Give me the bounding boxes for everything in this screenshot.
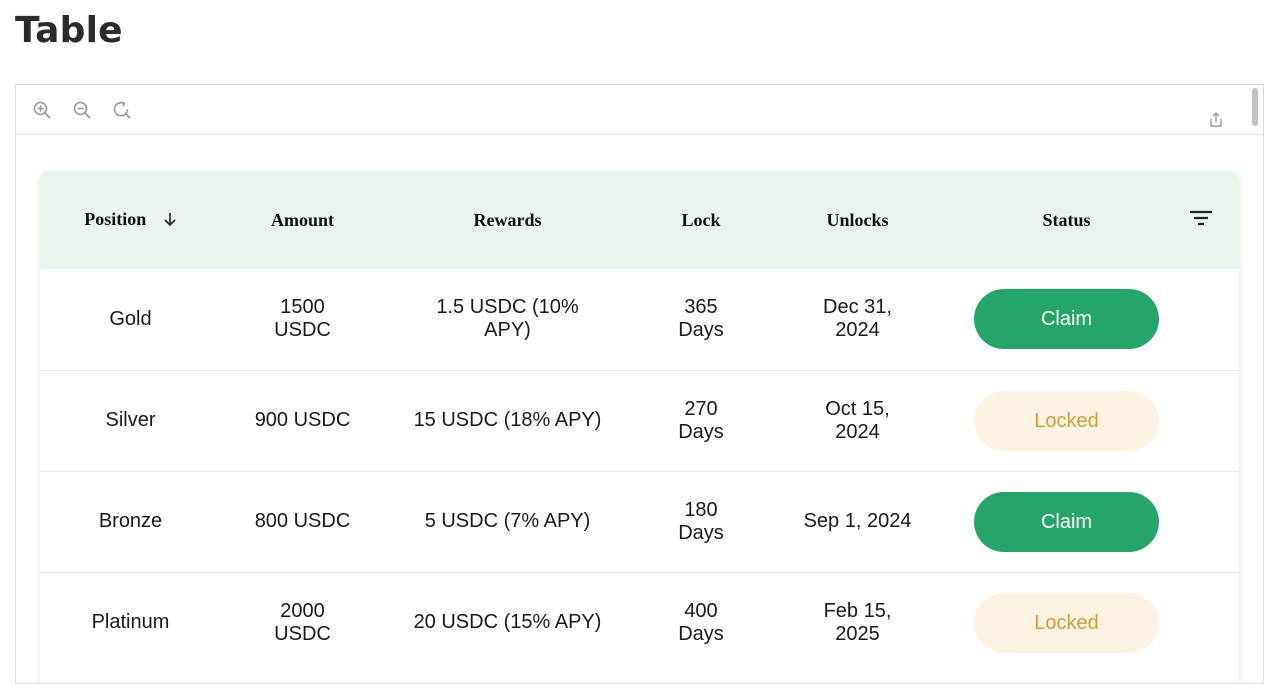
toolbar bbox=[16, 85, 1263, 135]
table-row[interactable]: Gold 1500 USDC 1.5 USDC (10% APY) 365 Da… bbox=[40, 269, 1239, 370]
zoom-in-icon[interactable] bbox=[32, 100, 52, 120]
reset-icon[interactable] bbox=[112, 100, 132, 120]
lock-cell: 270 Days bbox=[631, 370, 771, 471]
column-header-label: Rewards bbox=[473, 210, 542, 230]
column-header-label: Position bbox=[84, 209, 147, 230]
unlocks-cell: Feb 15, 2025 bbox=[771, 572, 944, 673]
column-header-filter bbox=[1189, 172, 1239, 269]
unlocks-value: Dec 31, 2024 bbox=[823, 296, 892, 342]
lock-value: 270 Days bbox=[678, 397, 724, 443]
amount-cell: 2000 USDC bbox=[221, 572, 384, 673]
lock-cell: 365 Days bbox=[631, 269, 771, 370]
unlocks-cell: Oct 15, 2024 bbox=[771, 370, 944, 471]
zoom-out-icon[interactable] bbox=[72, 100, 92, 120]
table-frame: Position Amount Rewards Lock Unlocks Sta… bbox=[15, 84, 1264, 684]
column-header-amount[interactable]: Amount bbox=[221, 172, 384, 269]
column-header-label: Unlocks bbox=[826, 210, 889, 230]
unlocks-value: Feb 15, 2025 bbox=[823, 599, 892, 645]
unlocks-cell: Sep 1, 2024 bbox=[803, 510, 912, 532]
amount-cell: 1500 USDC bbox=[221, 269, 384, 370]
lock-value: 400 Days bbox=[678, 599, 724, 645]
page-title: Table bbox=[15, 10, 123, 51]
amount-value: 1500 USDC bbox=[274, 296, 331, 342]
rewards-cell: 5 USDC (7% APY) bbox=[424, 510, 591, 532]
status-cell: Claim bbox=[944, 471, 1189, 572]
rewards-value: 1.5 USDC (10% APY) bbox=[436, 296, 579, 342]
unlocks-value: Oct 15, 2024 bbox=[825, 397, 890, 443]
column-header-unlocks[interactable]: Unlocks bbox=[771, 172, 944, 269]
lock-value: 365 Days bbox=[678, 296, 724, 342]
position-cell: Silver bbox=[105, 409, 156, 431]
column-header-status[interactable]: Status bbox=[944, 172, 1189, 269]
column-header-label: Amount bbox=[270, 210, 334, 230]
table-row[interactable]: Bronze 800 USDC 5 USDC (7% APY) 180 Days… bbox=[40, 471, 1239, 572]
column-header-label: Lock bbox=[681, 210, 721, 230]
column-header-rewards[interactable]: Rewards bbox=[384, 172, 631, 269]
lock-cell: 400 Days bbox=[631, 572, 771, 673]
arrow-down-icon[interactable] bbox=[163, 211, 177, 232]
position-cell: Gold bbox=[109, 307, 152, 330]
scrollbar[interactable] bbox=[1252, 88, 1258, 126]
status-cell: Locked bbox=[944, 572, 1189, 673]
status-cell: Locked bbox=[944, 370, 1189, 471]
column-header-label: Status bbox=[1042, 210, 1091, 230]
locked-status-badge: Locked bbox=[974, 592, 1159, 653]
amount-value: 2000 USDC bbox=[274, 599, 331, 645]
filter-icon[interactable] bbox=[1189, 209, 1213, 232]
column-header-lock[interactable]: Lock bbox=[631, 172, 771, 269]
locked-status-badge: Locked bbox=[974, 390, 1159, 451]
position-cell: Bronze bbox=[98, 510, 163, 532]
positions-table: Position Amount Rewards Lock Unlocks Sta… bbox=[40, 172, 1239, 673]
rewards-cell: 15 USDC (18% APY) bbox=[413, 409, 602, 431]
column-header-position[interactable]: Position bbox=[40, 172, 221, 269]
rewards-cell: 1.5 USDC (10% APY) bbox=[384, 269, 631, 370]
table-header-row: Position Amount Rewards Lock Unlocks Sta… bbox=[40, 172, 1239, 269]
status-cell: Claim bbox=[944, 269, 1189, 370]
positions-table-card: Position Amount Rewards Lock Unlocks Sta… bbox=[40, 172, 1239, 683]
position-cell: Platinum bbox=[91, 611, 170, 634]
claim-button[interactable]: Claim bbox=[974, 289, 1159, 350]
table-row[interactable]: Platinum 2000 USDC 20 USDC (15% APY) 400… bbox=[40, 572, 1239, 673]
lock-cell: 180 Days bbox=[631, 471, 771, 572]
lock-value: 180 Days bbox=[678, 498, 724, 544]
amount-cell: 900 USDC bbox=[254, 409, 351, 431]
rewards-cell: 20 USDC (15% APY) bbox=[413, 611, 602, 634]
claim-button[interactable]: Claim bbox=[974, 491, 1159, 552]
table-row[interactable]: Silver 900 USDC 15 USDC (18% APY) 270 Da… bbox=[40, 370, 1239, 471]
share-icon[interactable] bbox=[1207, 111, 1227, 131]
amount-cell: 800 USDC bbox=[254, 510, 351, 532]
unlocks-cell: Dec 31, 2024 bbox=[771, 269, 944, 370]
